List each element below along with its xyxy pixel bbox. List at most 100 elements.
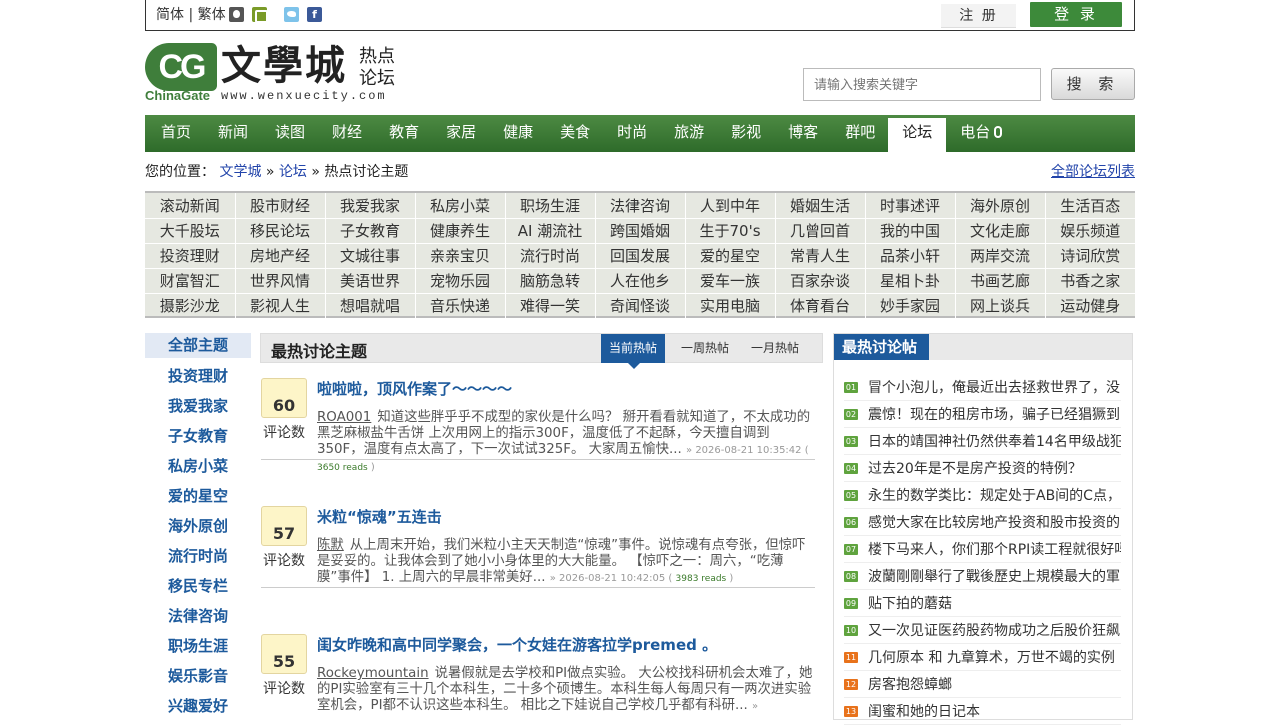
topic-title[interactable]: 啦啦啦，顶风作案了～～～～	[317, 378, 512, 399]
forum-link[interactable]: 时事述评	[865, 193, 956, 219]
forum-link[interactable]: 健康养生	[415, 218, 506, 244]
forum-link[interactable]: 亲亲宝贝	[415, 243, 506, 269]
forum-link[interactable]: 海外原创	[955, 193, 1046, 219]
forum-link[interactable]: 我的中国	[865, 218, 956, 244]
hot-thread-item[interactable]: 07 楼下马来人，你们那个RPI读工程就很好吗	[834, 537, 1121, 564]
forum-link[interactable]: 生活百态	[1045, 193, 1135, 219]
sidebar-item[interactable]: 职场生涯	[145, 633, 251, 663]
forum-link[interactable]: 跨国婚姻	[595, 218, 686, 244]
sidebar-item[interactable]: 我爱我家	[145, 393, 251, 423]
forum-link[interactable]: 职场生涯	[505, 193, 596, 219]
forum-link[interactable]: 奇闻怪谈	[595, 293, 686, 319]
forum-link[interactable]: 人到中年	[685, 193, 776, 219]
forum-link[interactable]: 房地产经	[235, 243, 326, 269]
hot-thread-item[interactable]: 01 冒个小泡儿，俺最近出去拯救世界了，没	[834, 375, 1121, 402]
topic-author[interactable]: 陈默	[317, 538, 344, 553]
all-forums-link[interactable]: 全部论坛列表	[1051, 161, 1135, 181]
forum-link[interactable]: 爱的星空	[685, 243, 776, 269]
forum-link[interactable]: 世界风情	[235, 268, 326, 294]
forum-link[interactable]: 影视人生	[235, 293, 326, 319]
apple-icon[interactable]	[229, 7, 244, 22]
nav-item[interactable]: 新闻	[204, 115, 261, 152]
forum-link[interactable]: 美语世界	[325, 268, 416, 294]
nav-item[interactable]: 旅游	[660, 115, 717, 152]
forum-link[interactable]: 想唱就唱	[325, 293, 416, 319]
forum-link[interactable]: 百家杂谈	[775, 268, 866, 294]
forum-link[interactable]: 婚姻生活	[775, 193, 866, 219]
forum-link[interactable]: 星相卜卦	[865, 268, 956, 294]
nav-item[interactable]: 时尚	[603, 115, 660, 152]
topic-title[interactable]: 闺女昨晚和高中同学聚会，一个女娃在游客拉学premed 。	[317, 634, 717, 655]
hot-thread-item[interactable]: 09 贴下拍的蘑菇	[834, 591, 1121, 618]
lang-simplified[interactable]: 简体	[156, 7, 184, 23]
forum-link[interactable]: 几曾回首	[775, 218, 866, 244]
breadcrumb-home[interactable]: 文学城	[219, 164, 261, 180]
hot-thread-item[interactable]: 11 几何原本 和 九章算术，万世不竭的实例	[834, 645, 1121, 672]
topic-author[interactable]: Rockeymountain	[317, 666, 429, 681]
forum-link[interactable]: 诗词欣赏	[1045, 243, 1135, 269]
forum-link[interactable]: 生于70's	[685, 218, 776, 244]
sidebar-item[interactable]: 投资理财	[145, 363, 251, 393]
hot-thread-item[interactable]: 03 日本的靖国神社仍然供奉着14名甲级战犯	[834, 429, 1121, 456]
nav-item[interactable]: 财经	[318, 115, 375, 152]
forum-link[interactable]: 网上谈兵	[955, 293, 1046, 319]
register-button[interactable]: 注 册	[941, 4, 1016, 28]
forum-link[interactable]: 移民论坛	[235, 218, 326, 244]
nav-item[interactable]: 群吧	[831, 115, 888, 152]
forum-link[interactable]: 法律咨询	[595, 193, 686, 219]
nav-item[interactable]: 读图	[261, 115, 318, 152]
topic-title[interactable]: 米粒“惊魂”五连击	[317, 506, 442, 527]
sidebar-item[interactable]: 兴趣爱好	[145, 693, 251, 723]
forum-link[interactable]: 品茶小轩	[865, 243, 956, 269]
sidebar-item[interactable]: 爱的星空	[145, 483, 251, 513]
sidebar-item[interactable]: 移民专栏	[145, 573, 251, 603]
sidebar-item[interactable]: 子女教育	[145, 423, 251, 453]
sidebar-item[interactable]: 海外原创	[145, 513, 251, 543]
sidebar-item[interactable]: 私房小菜	[145, 453, 251, 483]
sidebar-item[interactable]: 流行时尚	[145, 543, 251, 573]
nav-item[interactable]: 电台	[946, 115, 1015, 152]
nav-item[interactable]: 论坛	[888, 118, 947, 152]
android-icon[interactable]	[252, 7, 268, 23]
forum-link[interactable]: 股市财经	[235, 193, 326, 219]
forum-link[interactable]: 子女教育	[325, 218, 416, 244]
forum-link[interactable]: 人在他乡	[595, 268, 686, 294]
forum-link[interactable]: 爱车一族	[685, 268, 776, 294]
sidebar-item[interactable]: 法律咨询	[145, 603, 251, 633]
forum-link[interactable]: 摄影沙龙	[145, 293, 236, 319]
forum-link[interactable]: 脑筋急转	[505, 268, 596, 294]
breadcrumb-forum[interactable]: 论坛	[279, 164, 307, 180]
forum-link[interactable]: 体育看台	[775, 293, 866, 319]
forum-link[interactable]: 音乐快递	[415, 293, 506, 319]
forum-link[interactable]: 宠物乐园	[415, 268, 506, 294]
forum-link[interactable]: 滚动新闻	[145, 193, 236, 219]
hot-thread-item[interactable]: 12 房客抱怨蟑螂	[834, 672, 1121, 699]
hot-thread-item[interactable]: 08 波蘭剛剛舉行了戰後歷史上規模最大的軍	[834, 564, 1121, 591]
sidebar-item[interactable]: 娱乐影音	[145, 663, 251, 693]
forum-link[interactable]: 书香之家	[1045, 268, 1135, 294]
forum-link[interactable]: 娱乐频道	[1045, 218, 1135, 244]
search-button[interactable]: 搜 索	[1051, 68, 1135, 100]
forum-link[interactable]: 运动健身	[1045, 293, 1135, 319]
forum-link[interactable]: 妙手家园	[865, 293, 956, 319]
nav-item[interactable]: 健康	[489, 115, 546, 152]
twitter-icon[interactable]	[284, 7, 299, 22]
forum-link[interactable]: 实用电脑	[685, 293, 776, 319]
forum-link[interactable]: 回国发展	[595, 243, 686, 269]
nav-item[interactable]: 美食	[546, 115, 603, 152]
facebook-icon[interactable]: f	[307, 7, 322, 22]
forum-link[interactable]: 难得一笑	[505, 293, 596, 319]
forum-link[interactable]: 文化走廊	[955, 218, 1046, 244]
forum-link[interactable]: 文城往事	[325, 243, 416, 269]
hot-thread-item[interactable]: 06 感觉大家在比较房地产投资和股市投资的	[834, 510, 1121, 537]
forum-link[interactable]: 大千股坛	[145, 218, 236, 244]
hot-thread-item[interactable]: 13 闺蜜和她的日记本	[834, 699, 1121, 726]
forum-link[interactable]: 流行时尚	[505, 243, 596, 269]
forum-link[interactable]: 两岸交流	[955, 243, 1046, 269]
nav-item[interactable]: 家居	[432, 115, 489, 152]
forum-link[interactable]: 私房小菜	[415, 193, 506, 219]
forum-link[interactable]: AI 潮流社	[505, 218, 596, 244]
nav-item[interactable]: 博客	[774, 115, 831, 152]
hot-thread-item[interactable]: 10 又一次见证医药股药物成功之后股价狂飙	[834, 618, 1121, 645]
forum-link[interactable]: 书画艺廊	[955, 268, 1046, 294]
